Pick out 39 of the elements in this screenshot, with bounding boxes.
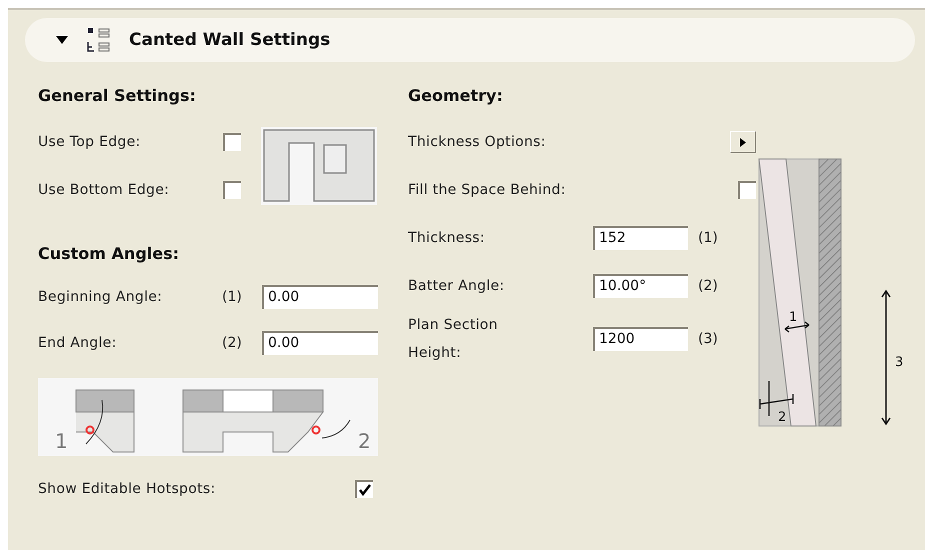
checkmark-icon (359, 484, 371, 496)
angle-field[interactable]: 0.00 (262, 331, 378, 355)
field-label: Fill the Space Behind: (408, 182, 567, 198)
checkbox[interactable] (738, 181, 756, 199)
settings-list-icon (87, 27, 111, 53)
field-label: Plan Section Height: (408, 316, 499, 363)
value-field[interactable]: 1200 (593, 327, 688, 351)
angle-field[interactable]: 0.00 (262, 285, 378, 309)
field-label: Batter Angle: (408, 278, 506, 294)
value-field[interactable]: 152 (593, 226, 688, 250)
section-heading: General Settings: (38, 86, 197, 107)
checkbox[interactable] (223, 133, 241, 151)
checkbox-label: Show Editable Hotspots: (38, 481, 216, 497)
section-heading: Geometry: (408, 86, 504, 107)
index-label: (2) (697, 278, 719, 294)
index-label: (1) (697, 230, 719, 246)
value-field[interactable]: 10.00° (593, 274, 688, 298)
checkbox[interactable] (223, 181, 241, 199)
index-label: (2) (222, 335, 243, 351)
checkbox-label: Use Top Edge: (38, 134, 142, 150)
panel-title: Canted Wall Settings (129, 30, 330, 50)
panel-header[interactable]: Canted Wall Settings (25, 18, 915, 62)
checkbox[interactable] (355, 480, 373, 498)
field-label: End Angle: (38, 335, 118, 351)
diagram-number: 1 (55, 429, 68, 453)
dimension-label: 1 (789, 310, 798, 325)
options-menu-button[interactable] (730, 131, 756, 153)
field-label: Thickness: (408, 230, 486, 246)
index-label: (3) (697, 331, 719, 347)
index-label: (1) (222, 289, 243, 305)
play-triangle-icon (740, 138, 746, 146)
dimension-label: 2 (778, 410, 786, 425)
dimension-label: 3 (895, 355, 904, 370)
field-label: Thickness Options: (408, 134, 547, 150)
section-heading: Custom Angles: (38, 244, 180, 265)
checkbox-label: Use Bottom Edge: (38, 182, 170, 198)
field-label: Beginning Angle: (38, 289, 164, 305)
diagram-number: 2 (358, 429, 371, 453)
collapse-triangle-icon[interactable] (55, 34, 69, 46)
